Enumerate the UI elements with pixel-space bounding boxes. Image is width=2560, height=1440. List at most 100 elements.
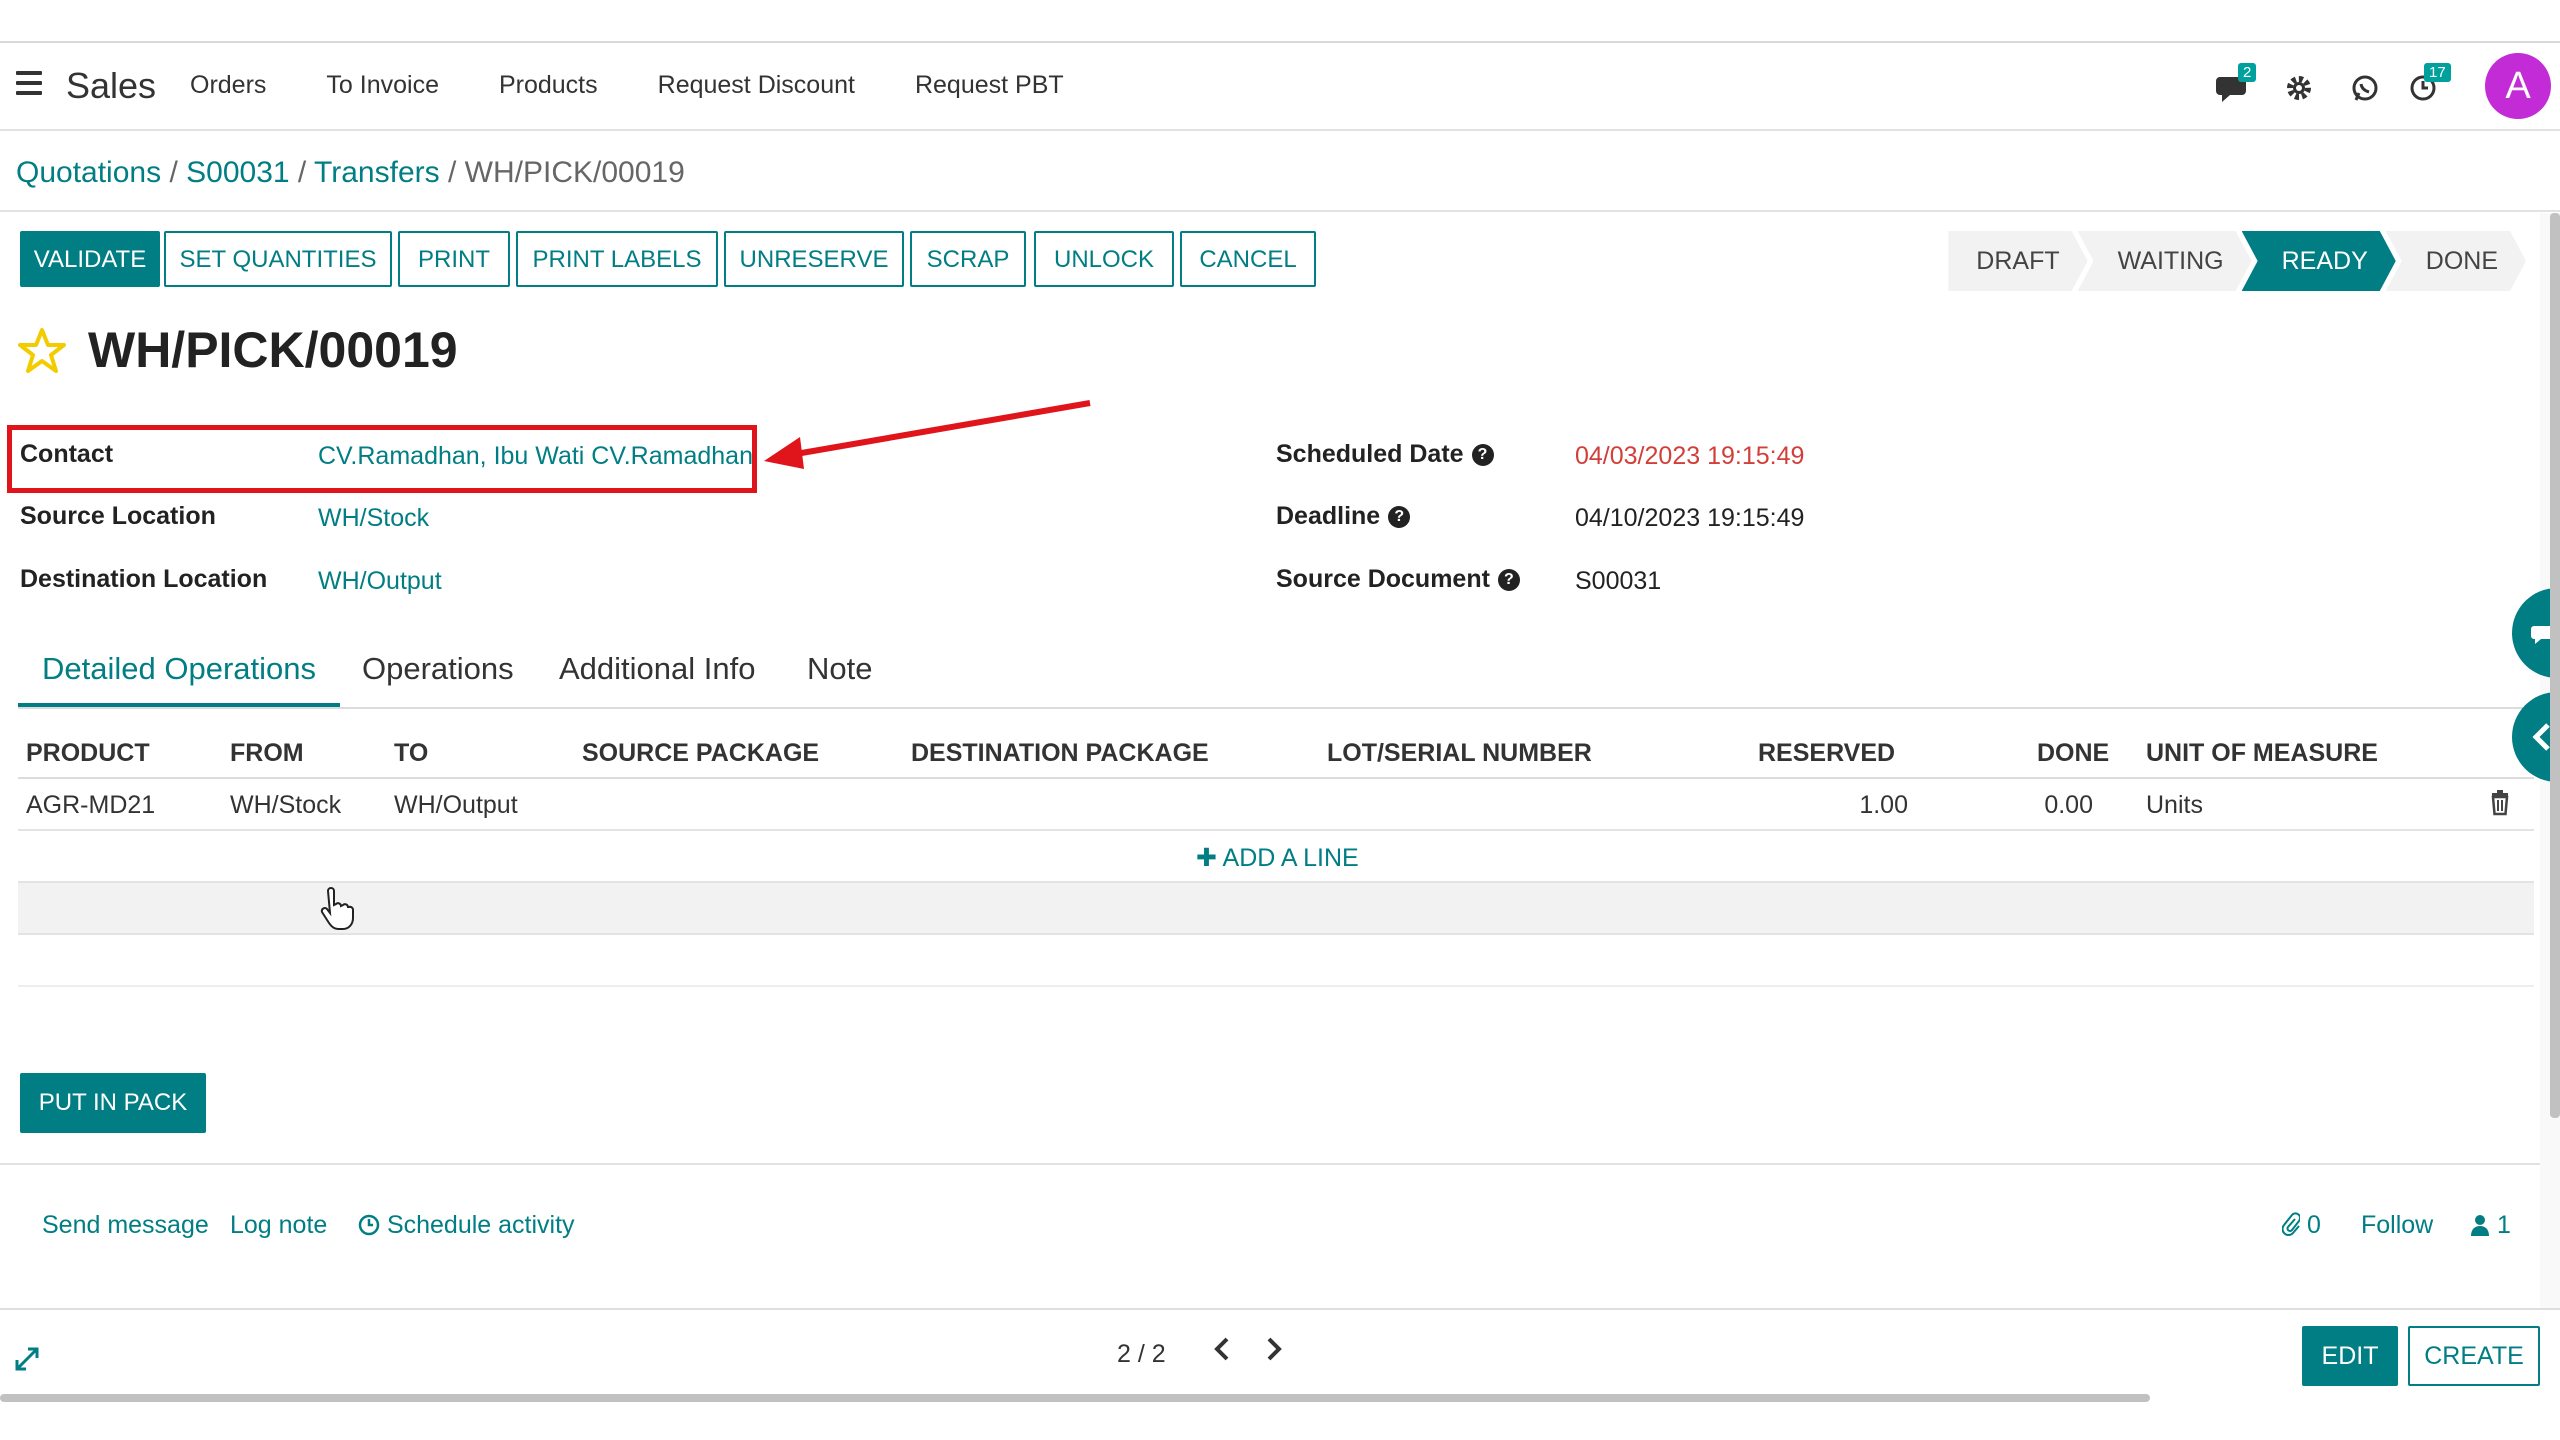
paperclip-icon <box>2281 1211 2307 1239</box>
column-to[interactable]: TO <box>394 739 428 768</box>
source-document-value[interactable]: S00031 <box>1575 567 1661 596</box>
column-done[interactable]: DONE <box>2037 739 2109 768</box>
menu-products[interactable]: Products <box>499 71 598 100</box>
unlock-button[interactable]: UNLOCK <box>1034 231 1174 287</box>
cell-uom[interactable]: Units <box>2146 791 2203 820</box>
print-button[interactable]: PRINT <box>398 231 510 287</box>
menu-to-invoice[interactable]: To Invoice <box>326 71 439 100</box>
stage-draft[interactable]: DRAFT <box>1948 231 2087 291</box>
scheduled-date-label-text: Scheduled Date <box>1276 440 1464 468</box>
menu-icon[interactable] <box>16 71 42 95</box>
breadcrumb-transfers[interactable]: Transfers <box>314 156 440 189</box>
breadcrumb-separator: / <box>447 156 457 189</box>
chevron-left-icon[interactable] <box>1212 1334 1232 1370</box>
cancel-button[interactable]: CANCEL <box>1180 231 1316 287</box>
column-destination-package[interactable]: DESTINATION PACKAGE <box>911 739 1209 768</box>
cell-reserved[interactable]: 1.00 <box>1718 791 1908 820</box>
main-menu: Orders To Invoice Products Request Disco… <box>190 71 1124 100</box>
clock-icon <box>358 1211 387 1239</box>
scrap-button[interactable]: SCRAP <box>910 231 1026 287</box>
stage-waiting[interactable]: WAITING <box>2078 231 2252 291</box>
app-name[interactable]: Sales <box>66 65 156 107</box>
footer-bar: 2 / 2 EDIT CREATE <box>0 1308 2560 1402</box>
breadcrumb-quotations[interactable]: Quotations <box>16 156 161 189</box>
help-icon[interactable]: ? <box>1471 444 1494 467</box>
empty-row <box>18 883 2534 935</box>
destination-location-value[interactable]: WH/Output <box>318 567 442 596</box>
cell-done[interactable]: 0.00 <box>1978 791 2093 820</box>
unreserve-button[interactable]: UNRESERVE <box>724 231 904 287</box>
column-unit-of-measure[interactable]: UNIT OF MEASURE <box>2146 739 2378 768</box>
browser-top-strip <box>0 0 2560 42</box>
chevron-right-icon[interactable] <box>1264 1334 1284 1370</box>
source-document-label-text: Source Document <box>1276 565 1490 593</box>
whatsapp-icon[interactable] <box>2350 73 2380 103</box>
deadline-label-text: Deadline <box>1276 502 1381 530</box>
follow-button[interactable]: Follow <box>2361 1211 2433 1240</box>
attachments-button[interactable]: 0 <box>2281 1211 2321 1240</box>
messages-badge: 2 <box>2238 63 2257 82</box>
trash-icon[interactable] <box>2490 789 2510 817</box>
print-labels-button[interactable]: PRINT LABELS <box>516 231 718 287</box>
star-icon[interactable] <box>18 327 66 375</box>
followers-button[interactable]: 1 <box>2470 1211 2511 1240</box>
edit-button[interactable]: EDIT <box>2302 1326 2398 1386</box>
set-quantities-button[interactable]: SET QUANTITIES <box>164 231 392 287</box>
notebook-tabs: Detailed Operations Operations Additiona… <box>18 645 2538 709</box>
scheduled-date-value[interactable]: 04/03/2023 19:15:49 <box>1575 442 1804 471</box>
deadline-label: Deadline? <box>1276 502 1411 531</box>
cell-from[interactable]: WH/Stock <box>230 791 341 820</box>
attachments-count: 0 <box>2306 1211 2321 1239</box>
column-source-package[interactable]: SOURCE PACKAGE <box>582 739 819 768</box>
tab-additional-info[interactable]: Additional Info <box>559 651 755 707</box>
expand-icon[interactable] <box>14 1346 40 1372</box>
validate-button[interactable]: VALIDATE <box>20 231 160 287</box>
table-header: PRODUCT FROM TO SOURCE PACKAGE DESTINATI… <box>18 725 2534 779</box>
cell-product[interactable]: AGR-MD21 <box>26 791 155 820</box>
send-message-button[interactable]: Send message <box>42 1211 209 1240</box>
column-product[interactable]: PRODUCT <box>26 739 150 768</box>
empty-row <box>18 935 2534 987</box>
stage-ready[interactable]: READY <box>2242 231 2396 291</box>
followers-count: 1 <box>2496 1211 2511 1239</box>
help-icon[interactable]: ? <box>1388 506 1411 529</box>
annotation-highlight-box <box>7 425 757 493</box>
breadcrumb-sale-order[interactable]: S00031 <box>186 156 289 189</box>
main-content: VALIDATE SET QUANTITIES PRINT PRINT LABE… <box>0 213 2560 1308</box>
add-a-line-button[interactable]: ✚ ADD A LINE <box>1196 843 1359 873</box>
gear-icon[interactable] <box>2284 73 2314 103</box>
schedule-activity-button[interactable]: Schedule activity <box>358 1211 575 1240</box>
breadcrumb-current: WH/PICK/00019 <box>464 156 685 189</box>
pager-value[interactable]: 2 / 2 <box>1117 1340 1166 1369</box>
add-a-line-label: ADD A LINE <box>1222 844 1359 872</box>
tab-note[interactable]: Note <box>807 651 872 707</box>
stage-done[interactable]: DONE <box>2386 231 2526 291</box>
create-button[interactable]: CREATE <box>2408 1326 2540 1386</box>
avatar[interactable]: A <box>2485 53 2551 119</box>
table-row[interactable]: AGR-MD21 WH/Stock WH/Output 1.00 0.00 Un… <box>18 779 2534 831</box>
form-sheet: VALIDATE SET QUANTITIES PRINT PRINT LABE… <box>0 213 2540 1308</box>
record-title: WH/PICK/00019 <box>88 322 458 378</box>
breadcrumb-bar: Quotations / S00031 / Transfers / WH/PIC… <box>0 132 2560 212</box>
annotation-arrow <box>764 400 1091 469</box>
activities-badge: 17 <box>2424 63 2451 82</box>
log-note-button[interactable]: Log note <box>230 1211 327 1240</box>
column-lot-serial[interactable]: LOT/SERIAL NUMBER <box>1327 739 1592 768</box>
cell-to[interactable]: WH/Output <box>394 791 518 820</box>
horizontal-scrollbar[interactable] <box>0 1394 2150 1402</box>
menu-request-discount[interactable]: Request Discount <box>658 71 855 100</box>
help-icon[interactable]: ? <box>1497 569 1520 592</box>
source-location-value[interactable]: WH/Stock <box>318 504 429 533</box>
column-from[interactable]: FROM <box>230 739 304 768</box>
vertical-scrollbar[interactable] <box>2550 213 2560 1118</box>
menu-orders[interactable]: Orders <box>190 71 266 100</box>
add-line-row: ✚ ADD A LINE <box>18 831 2534 883</box>
deadline-value[interactable]: 04/10/2023 19:15:49 <box>1575 504 1804 533</box>
breadcrumb-separator: / <box>169 156 178 189</box>
tab-operations[interactable]: Operations <box>362 651 514 707</box>
hand-cursor-icon <box>320 887 354 930</box>
put-in-pack-button[interactable]: PUT IN PACK <box>20 1073 206 1133</box>
menu-request-pbt[interactable]: Request PBT <box>915 71 1064 100</box>
column-reserved[interactable]: RESERVED <box>1758 739 1895 768</box>
tab-detailed-operations[interactable]: Detailed Operations <box>18 651 340 707</box>
